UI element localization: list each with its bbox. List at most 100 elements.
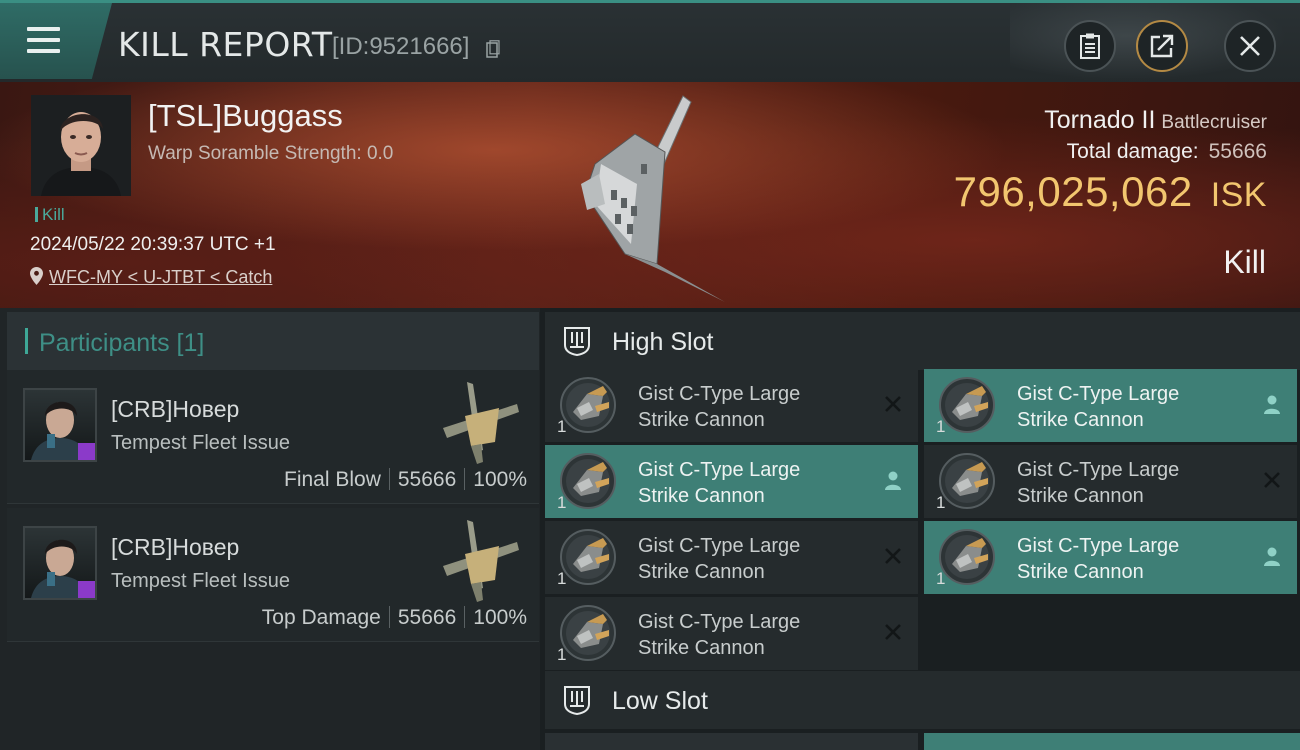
- high-slot-module[interactable]: 1 Gist C-Type Large Strike Cannon: [924, 445, 1297, 518]
- module-name: Gist C-Type Large Strike Cannon: [1017, 533, 1257, 585]
- module-name-line1: Gist C-Type Large: [638, 535, 801, 557]
- destroyed-icon: [885, 396, 901, 412]
- fitting-panel: High Slot 1 Gist C-Type Large Strike Canno…: [540, 308, 1300, 750]
- dropped-icon: [1264, 547, 1280, 566]
- menu-button[interactable]: [0, 3, 112, 79]
- cannon-module-icon: [560, 605, 616, 661]
- participant-role: Final Blow: [284, 468, 381, 491]
- destroyed-icon: [885, 624, 901, 640]
- participant-ship-image: [443, 382, 519, 464]
- isk-unit: ISK: [1210, 176, 1267, 214]
- module-name-line2: Strike Cannon: [638, 561, 765, 583]
- module-name-line1: Gist C-Type Large: [1017, 383, 1180, 405]
- destroyed-icon: [885, 548, 901, 564]
- high-slot-header: High Slot: [545, 312, 1300, 370]
- module-name-line2: Strike Cannon: [1017, 485, 1144, 507]
- participant-damage: 55666: [397, 468, 457, 491]
- participant-stats: Top Damage 55666 100%: [262, 606, 527, 630]
- high-slot-module[interactable]: 1 Gist C-Type Large Strike Cannon: [545, 597, 918, 670]
- high-slot-module[interactable]: 1 Gist C-Type Large Strike Cannon: [924, 521, 1297, 594]
- victim-ship-class: Battlecruiser: [1161, 112, 1267, 133]
- module-name-line1: Gist C-Type Large: [638, 459, 801, 481]
- module-name: Gist C-Type Large Strike Cannon: [638, 609, 878, 661]
- module-quantity: 1: [936, 569, 946, 588]
- module-quantity: 1: [557, 569, 567, 588]
- cannon-module-icon: [560, 529, 616, 585]
- location-pin-icon: [30, 267, 43, 285]
- low-slot-title: Low Slot: [612, 687, 708, 715]
- close-icon: [1240, 36, 1260, 56]
- clipboard-icon: [1080, 33, 1100, 59]
- cannon-module-icon: [560, 453, 616, 509]
- dropped-icon: [885, 471, 901, 490]
- victim-pilot-name[interactable]: [TSL]Buggass: [148, 98, 343, 134]
- victim-ship[interactable]: Tornado II Battlecruiser: [1044, 106, 1267, 135]
- participants-panel: Participants [1] [CRB]Новер Tempest Flee…: [0, 308, 540, 750]
- module-name: Gist C-Type Large Strike Cannon: [1017, 457, 1257, 509]
- clipboard-button[interactable]: [1064, 20, 1116, 72]
- participant-percent: 100%: [473, 468, 527, 491]
- module-quantity: 1: [557, 645, 567, 664]
- high-slot-module[interactable]: 1 Gist C-Type Large Strike Cannon: [545, 521, 918, 594]
- participant-badge-icon: [78, 443, 95, 460]
- participant-name: [CRB]Новер: [111, 396, 240, 422]
- module-name-line1: Gist C-Type Large: [638, 383, 801, 405]
- participant-row[interactable]: [CRB]Новер Tempest Fleet Issue Top Damag…: [7, 508, 539, 642]
- participant-damage: 55666: [397, 606, 457, 629]
- close-button[interactable]: [1224, 20, 1276, 72]
- victim-avatar[interactable]: [31, 95, 131, 196]
- high-slot-module[interactable]: 1 Gist C-Type Large Strike Cannon: [545, 445, 918, 518]
- copy-icon[interactable]: [486, 40, 500, 58]
- module-name-line2: Strike Cannon: [638, 409, 765, 431]
- participant-role: Top Damage: [261, 606, 381, 629]
- participant-stats: Final Blow 55666 100%: [284, 468, 527, 492]
- participant-ship-image: [443, 520, 519, 602]
- low-slot-icon: [564, 686, 590, 716]
- kill-location-link[interactable]: WFC-MY < U-JTBT < Catch: [30, 267, 272, 288]
- victim-ship-name: Tornado II: [1044, 106, 1156, 134]
- share-button[interactable]: [1136, 20, 1188, 72]
- high-slot-module[interactable]: 1 Gist C-Type Large Strike Cannon: [924, 369, 1297, 442]
- module-quantity: 1: [936, 493, 946, 512]
- participant-portrait: [23, 526, 97, 600]
- participant-row[interactable]: [CRB]Новер Tempest Fleet Issue Final Blo…: [7, 370, 539, 504]
- victim-banner: [TSL]Buggass Warp Soramble Strength: 0.0…: [0, 82, 1300, 308]
- module-name: Gist C-Type Large Strike Cannon: [1017, 381, 1257, 433]
- module-quantity: 1: [936, 417, 946, 436]
- cannon-module-icon: [939, 377, 995, 433]
- module-name-line1: Gist C-Type Large: [638, 611, 801, 633]
- high-slot-module[interactable]: 1 Gist C-Type Large Strike Cannon: [545, 369, 918, 442]
- cannon-module-icon: [939, 453, 995, 509]
- isk-amount: 796,025,062: [953, 168, 1193, 215]
- dropped-icon: [1264, 395, 1280, 414]
- kill-datetime: 2024/05/22 20:39:37 UTC +1: [30, 234, 276, 255]
- top-bar: KILL REPORT [ID:9521666]: [0, 0, 1300, 85]
- module-quantity: 1: [557, 417, 567, 436]
- report-id: [ID:9521666]: [332, 33, 470, 60]
- isk-value: 796,025,062 ISK: [954, 168, 1267, 216]
- low-slot-module[interactable]: [545, 733, 918, 750]
- destroyed-icon: [1264, 472, 1280, 488]
- low-slot-module[interactable]: [924, 733, 1300, 750]
- share-icon: [1150, 34, 1174, 58]
- warp-scramble-strength: Warp Soramble Strength: 0.0: [148, 143, 394, 164]
- high-slot-icon: [564, 327, 590, 357]
- high-slot-title: High Slot: [612, 328, 714, 356]
- low-slot-header: Low Slot: [545, 671, 1300, 729]
- participant-ship: Tempest Fleet Issue: [111, 570, 290, 592]
- module-name: Gist C-Type Large Strike Cannon: [638, 381, 878, 433]
- participant-badge-icon: [78, 581, 95, 598]
- module-quantity: 1: [557, 493, 567, 512]
- cannon-module-icon: [939, 529, 995, 585]
- module-name-line1: Gist C-Type Large: [1017, 459, 1180, 481]
- kill-tag: Kill: [35, 205, 65, 225]
- participant-portrait: [23, 388, 97, 462]
- total-damage-value: 55666: [1208, 140, 1267, 163]
- participants-header: Participants [1]: [7, 312, 539, 370]
- participant-name: [CRB]Новер: [111, 534, 240, 560]
- module-name: Gist C-Type Large Strike Cannon: [638, 533, 878, 585]
- kill-result: Kill: [1223, 244, 1266, 280]
- location-text: WFC-MY < U-JTBT < Catch: [49, 267, 273, 287]
- participant-ship: Tempest Fleet Issue: [111, 432, 290, 454]
- module-name-line2: Strike Cannon: [1017, 561, 1144, 583]
